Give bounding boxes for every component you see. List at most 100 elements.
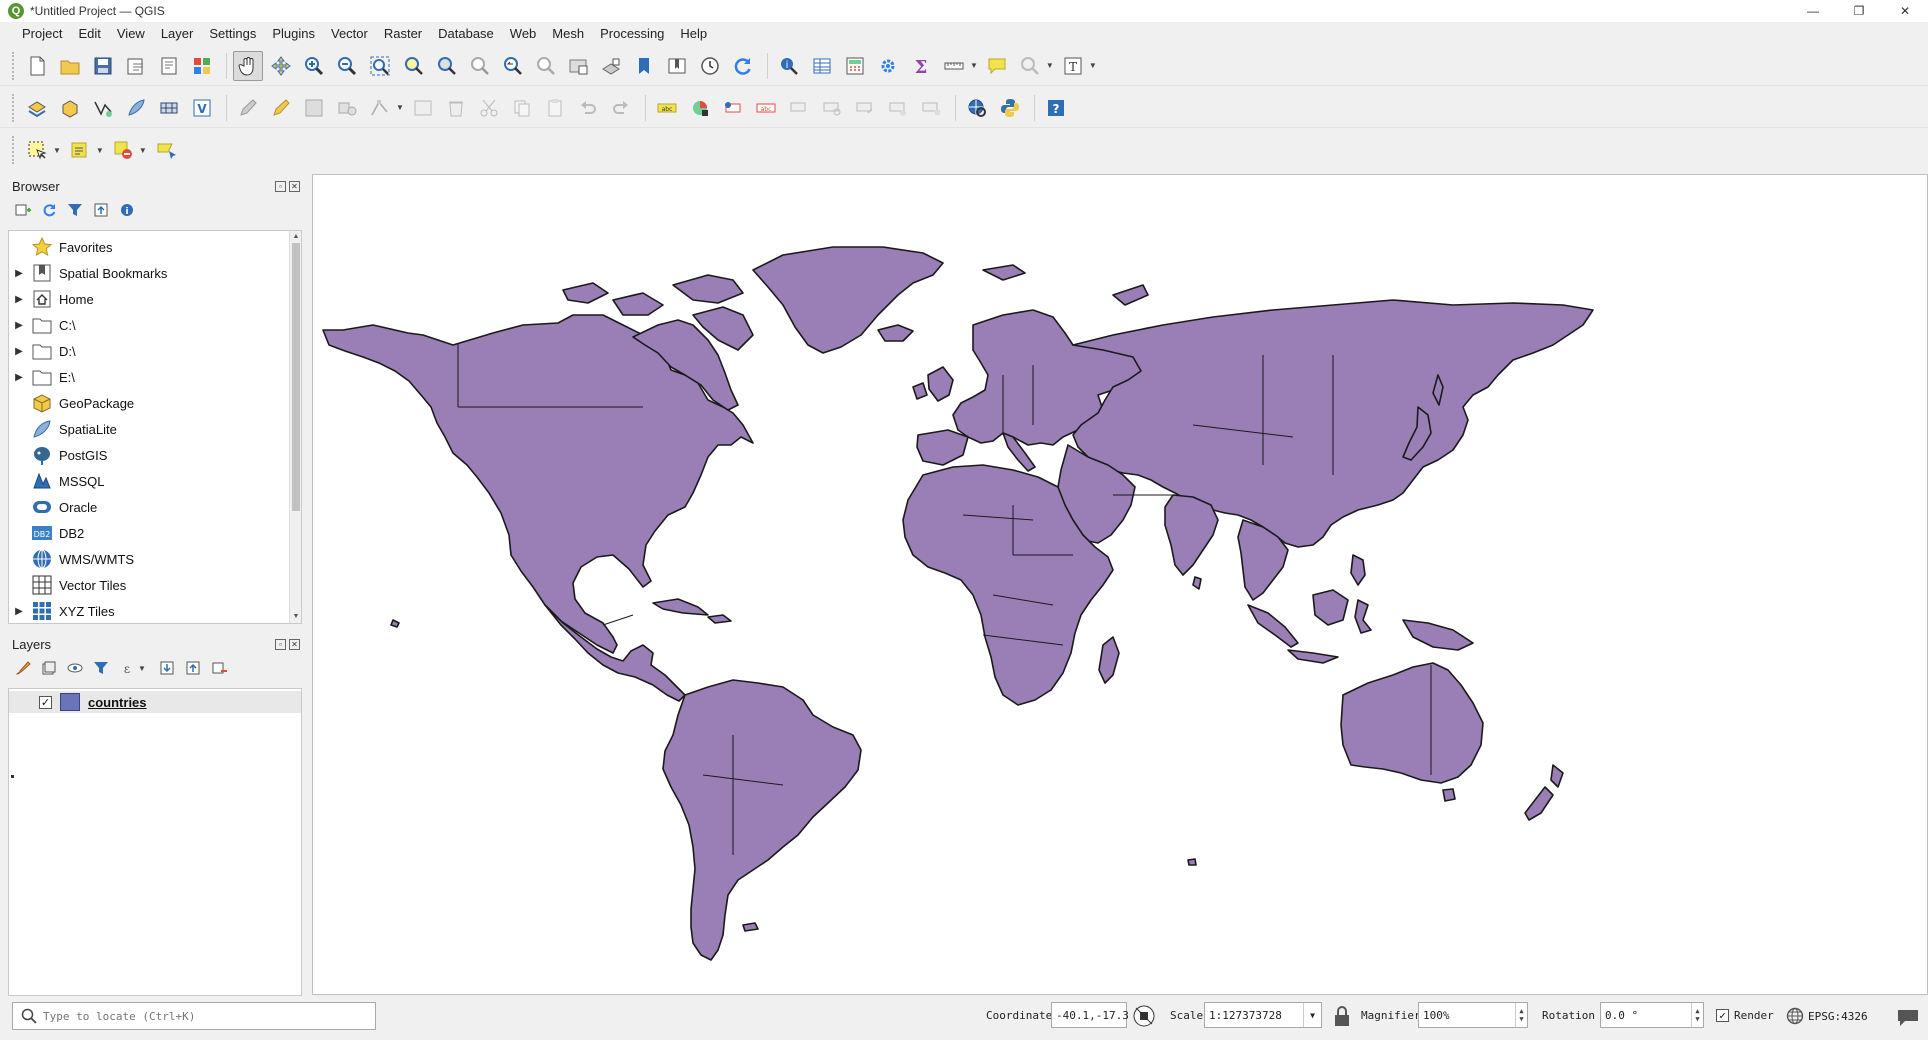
menu-plugins[interactable]: Plugins [264,26,323,41]
processing-toolbox-button[interactable] [873,51,903,81]
label-options-button[interactable]: abc [652,93,682,123]
text-annotation-button[interactable]: T [1058,51,1088,81]
browser-item-postgis[interactable]: PostGIS [9,442,301,468]
float-panel-button[interactable]: ▫ [275,180,286,192]
chevron-down-icon[interactable]: ▼ [139,146,147,155]
new-project-button[interactable] [22,51,52,81]
chevron-down-icon[interactable]: ▼ [970,61,978,70]
browser-item-spatialite[interactable]: SpatiaLite [9,416,301,442]
expand-arrow-icon[interactable]: ▶ [9,268,29,279]
menu-project[interactable]: Project [14,26,70,41]
copy-features-button[interactable] [507,93,537,123]
show-bookmarks-button[interactable] [662,51,692,81]
browser-refresh-button[interactable] [40,201,58,219]
zoom-native-button[interactable] [464,51,494,81]
menu-raster[interactable]: Raster [376,26,430,41]
deselect-features-button[interactable] [108,135,138,165]
attribute-table-button[interactable] [807,51,837,81]
menu-view[interactable]: View [109,26,153,41]
scroll-thumb[interactable] [292,243,300,511]
undo-button[interactable] [573,93,603,123]
browser-filter-button[interactable] [66,201,84,219]
layer-name[interactable]: countries [88,695,147,710]
temporal-controller-button[interactable] [695,51,725,81]
menu-settings[interactable]: Settings [201,26,264,41]
close-panel-button[interactable]: ✕ [289,180,300,192]
properties-button[interactable]: i [118,201,136,219]
browser-scrollbar[interactable]: ▲ ▼ [289,231,301,623]
add-vector-button[interactable] [88,93,118,123]
zoom-out-button[interactable] [332,51,362,81]
collapse-all-button[interactable] [184,659,202,677]
map-tips-button[interactable] [982,51,1012,81]
menu-edit[interactable]: Edit [70,26,108,41]
add-selected-layers-button[interactable] [14,201,32,219]
filter-legend-button[interactable] [92,659,110,677]
spin-down-icon[interactable]: ▼ [1695,1015,1699,1023]
locate-button[interactable] [1015,51,1045,81]
move-label-button[interactable] [784,93,814,123]
restore-button[interactable]: ❐ [1836,0,1882,22]
highlight-pinned-labels-button[interactable] [718,93,748,123]
browser-item-c[interactable]: ▶ C:\ [9,312,301,338]
close-button[interactable]: ✕ [1882,0,1928,22]
cut-features-button[interactable] [474,93,504,123]
toolbar-handle[interactable] [12,136,16,164]
new-bookmark-button[interactable] [629,51,659,81]
toolbar-handle[interactable] [12,51,16,80]
open-layer-styling-button[interactable] [14,659,32,677]
zoom-to-selection-button[interactable] [398,51,428,81]
magnifier-spinbox[interactable]: 100% ▲ ▼ [1418,1002,1528,1028]
quickmapservices-button[interactable] [962,93,992,123]
map-canvas[interactable] [312,174,1928,995]
zoom-full-button[interactable] [365,51,395,81]
coordinate-field[interactable]: -40.1,-17.3 [1051,1002,1129,1028]
scroll-down-arrow[interactable]: ▼ [290,611,302,623]
zoom-next-button[interactable] [530,51,560,81]
zoom-last-button[interactable] [497,51,527,81]
paste-features-button[interactable] [540,93,570,123]
pan-to-selection-button[interactable] [266,51,296,81]
style-manager-button[interactable] [187,51,217,81]
label-properties-button[interactable] [916,93,946,123]
layer-row-countries[interactable]: ✓ countries [9,691,301,713]
layer-symbol-swatch[interactable] [60,693,80,711]
toolbar-handle[interactable] [12,93,16,122]
browser-item-spatial-bookmarks[interactable]: ▶ Spatial Bookmarks [9,260,301,286]
spin-buttons[interactable]: ▲ ▼ [1691,1003,1703,1027]
show-label-button[interactable] [883,93,913,123]
field-calculator-button[interactable] [840,51,870,81]
float-panel-button[interactable]: ▫ [275,638,286,650]
python-console-button[interactable] [995,93,1025,123]
expand-arrow-icon[interactable]: ▶ [9,372,29,383]
scroll-up-arrow[interactable]: ▲ [290,231,302,243]
render-checkbox[interactable]: ✓ [1716,1009,1729,1022]
pan-map-button[interactable] [233,50,263,81]
browser-item-wms-wmts[interactable]: WMS/WMTS [9,546,301,572]
help-button[interactable]: ? [1041,93,1071,123]
show-hide-labels-button[interactable]: abc [751,93,781,123]
crs-button[interactable]: EPSG:4326 [1786,1007,1868,1025]
change-label-button[interactable] [850,93,880,123]
chevron-down-icon[interactable]: ▼ [1303,1003,1321,1027]
collapse-all-button[interactable] [92,201,110,219]
locator-bar[interactable] [12,1002,376,1030]
redo-button[interactable] [606,93,636,123]
add-feature-button[interactable] [332,93,362,123]
browser-item-favorites[interactable]: Favorites [9,234,301,260]
data-source-manager-button[interactable] [22,93,52,123]
remove-layer-button[interactable] [210,659,228,677]
add-group-button[interactable] [40,659,58,677]
save-edits-button[interactable] [299,93,329,123]
close-panel-button[interactable]: ✕ [289,638,300,650]
browser-item-d[interactable]: ▶ D:\ [9,338,301,364]
add-spatialite-button[interactable] [121,93,151,123]
menu-help[interactable]: Help [672,26,715,41]
rotation-spinbox[interactable]: 0.0 ° ▲ ▼ [1600,1002,1704,1028]
menu-mesh[interactable]: Mesh [544,26,592,41]
browser-item-e[interactable]: ▶ E:\ [9,364,301,390]
expand-all-button[interactable] [158,659,176,677]
scale-combobox[interactable]: 1:127373728 ▼ [1204,1002,1322,1028]
refresh-button[interactable] [728,51,758,81]
measure-line-button[interactable] [939,51,969,81]
